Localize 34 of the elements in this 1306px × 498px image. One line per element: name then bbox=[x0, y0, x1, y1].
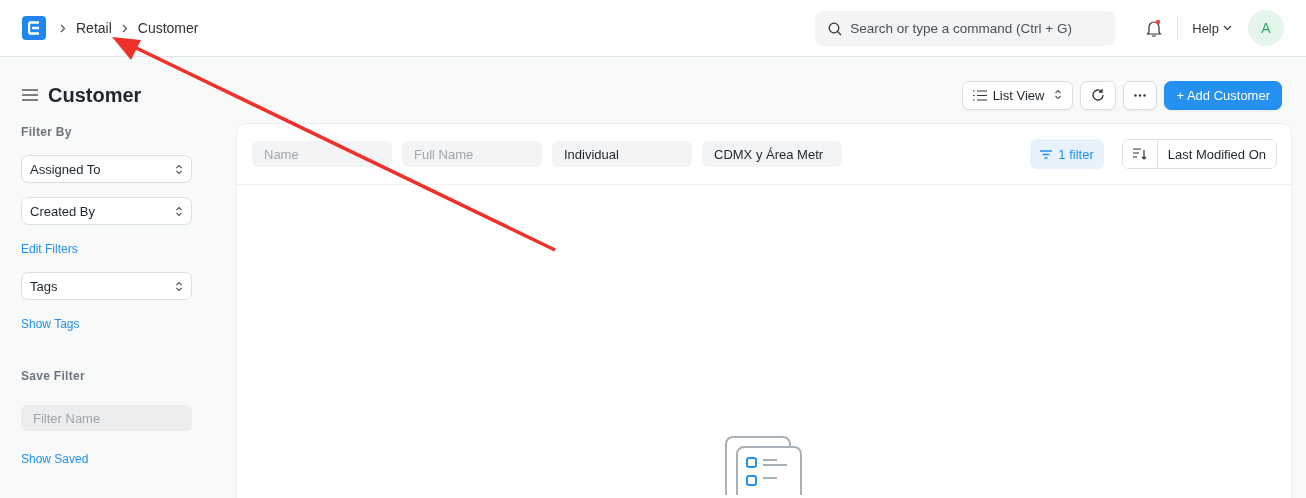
filter-field[interactable]: Individual bbox=[552, 141, 692, 167]
more-icon bbox=[1134, 93, 1147, 97]
help-menu[interactable]: Help bbox=[1192, 20, 1232, 36]
section-heading: Save Filter bbox=[21, 369, 86, 383]
group-by-dropdown[interactable]: Created By bbox=[21, 197, 192, 225]
refresh-icon bbox=[1091, 88, 1106, 102]
list-view-switcher[interactable]: List View bbox=[961, 80, 1074, 110]
sort-direction-button[interactable] bbox=[1122, 140, 1158, 168]
refresh-button[interactable] bbox=[1080, 80, 1117, 110]
filter-icon bbox=[1040, 149, 1053, 159]
chevron-down-icon bbox=[1223, 25, 1232, 31]
filter-name-field[interactable]: Filter Name bbox=[21, 405, 192, 431]
tags-dropdown[interactable]: Tags bbox=[21, 272, 192, 300]
group-by-dropdown[interactable]: Assigned To bbox=[21, 155, 192, 183]
breadcrumb-link[interactable]: Retail bbox=[76, 20, 112, 36]
breadcrumb-link[interactable]: Customer bbox=[137, 20, 199, 36]
chevron-up-down-icon bbox=[175, 163, 183, 175]
list-icon bbox=[972, 89, 987, 101]
filter-field[interactable]: CDMX y Área Metr bbox=[702, 141, 842, 167]
search-field[interactable]: Search or type a command (Ctrl + G) bbox=[815, 10, 1116, 46]
chevron-up-down-icon bbox=[175, 280, 183, 292]
filter-field[interactable]: Name bbox=[252, 141, 392, 167]
notification-bell-icon[interactable] bbox=[1145, 18, 1164, 38]
chevron-right-icon bbox=[60, 23, 66, 33]
menu-icon[interactable] bbox=[22, 89, 38, 101]
empty-list-icon bbox=[724, 435, 804, 495]
chevron-right-icon bbox=[121, 23, 128, 33]
sort-icon bbox=[1132, 148, 1147, 160]
chevron-up-down-icon bbox=[175, 205, 183, 217]
chevron-up-down-icon bbox=[1054, 88, 1063, 100]
app-logo[interactable] bbox=[22, 16, 46, 40]
section-heading: Filter By bbox=[21, 125, 73, 139]
page-title: Customer bbox=[48, 83, 142, 107]
filter-field[interactable]: Full Name bbox=[402, 141, 542, 167]
